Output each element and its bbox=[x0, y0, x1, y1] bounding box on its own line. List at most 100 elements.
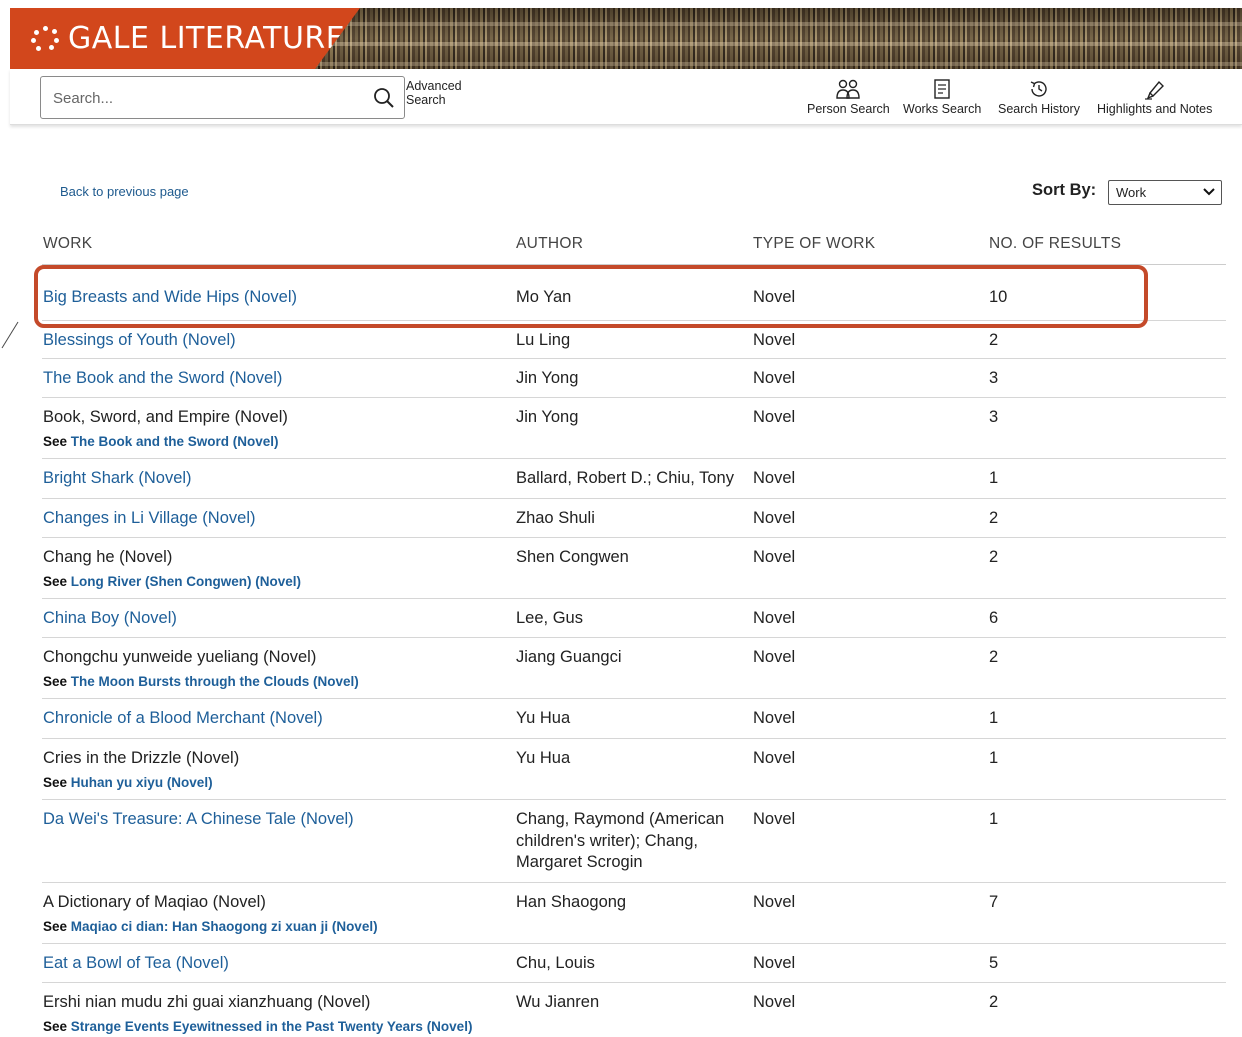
work-cell: Eat a Bowl of Tea (Novel) bbox=[43, 953, 513, 975]
results-count: 7 bbox=[989, 893, 999, 911]
work-title-link[interactable]: Eat a Bowl of Tea (Novel) bbox=[43, 954, 229, 972]
highlights-notes-label: Highlights and Notes bbox=[1097, 102, 1213, 116]
see-label: See bbox=[43, 1018, 68, 1034]
work-cell: The Book and the Sword (Novel) bbox=[43, 368, 513, 390]
author-cell: Shen Congwen bbox=[516, 548, 629, 566]
brand-name: GALE LITERATURE bbox=[68, 21, 346, 56]
work-cell: China Boy (Novel) bbox=[43, 608, 513, 630]
works-search-label: Works Search bbox=[903, 102, 982, 116]
author-cell: Han Shaogong bbox=[516, 893, 627, 911]
column-header-work[interactable]: WORK bbox=[43, 235, 92, 253]
works-search-icon bbox=[934, 79, 950, 99]
highlight-box bbox=[34, 265, 1148, 328]
type-cell: Novel bbox=[753, 749, 796, 767]
author-cell: Jin Yong bbox=[516, 408, 579, 426]
work-title: Book, Sword, and Empire (Novel) bbox=[43, 408, 288, 426]
highlights-notes-button[interactable]: Highlights and Notes bbox=[1097, 78, 1212, 116]
column-header-author[interactable]: AUTHOR bbox=[516, 235, 583, 253]
search-history-label: Search History bbox=[998, 102, 1080, 116]
work-cell: Changes in Li Village (Novel) bbox=[43, 508, 513, 530]
advanced-search-label: Advanced bbox=[406, 79, 462, 93]
work-title: Chongchu yunweide yueliang (Novel) bbox=[43, 648, 317, 666]
table-row: Bright Shark (Novel) Ballard, Robert D.; … bbox=[42, 459, 1226, 499]
search-icon[interactable] bbox=[372, 86, 396, 110]
work-title-link[interactable]: Bright Shark (Novel) bbox=[43, 469, 192, 487]
type-cell: Novel bbox=[753, 408, 796, 426]
see-reference: See Huhan yu xiyu (Novel) bbox=[43, 773, 513, 792]
work-cell: Chronicle of a Blood Merchant (Novel) bbox=[43, 708, 513, 730]
table-row: Ershi nian mudu zhi guai xianzhuang (Nov… bbox=[42, 983, 1226, 1037]
table-row: Da Wei's Treasure: A Chinese Tale (Novel… bbox=[42, 800, 1226, 883]
sort-by-select[interactable]: Work bbox=[1108, 180, 1222, 205]
table-row: China Boy (Novel) Lee, Gus Novel 6 bbox=[42, 599, 1226, 638]
results-count: 2 bbox=[989, 548, 999, 566]
type-cell: Novel bbox=[753, 648, 796, 666]
work-cell: Ershi nian mudu zhi guai xianzhuang (Nov… bbox=[43, 992, 513, 1036]
work-title-link[interactable]: China Boy (Novel) bbox=[43, 609, 177, 627]
search-input[interactable] bbox=[53, 87, 353, 109]
type-cell: Novel bbox=[753, 369, 796, 387]
work-title: Cries in the Drizzle (Novel) bbox=[43, 749, 240, 767]
works-table: WORK AUTHOR TYPE OF WORK NO. OF RESULTS … bbox=[42, 226, 1226, 1037]
results-count: 6 bbox=[989, 609, 999, 627]
see-reference: See The Moon Bursts through the Clouds (… bbox=[43, 672, 513, 691]
work-title-link[interactable]: Chronicle of a Blood Merchant (Novel) bbox=[43, 709, 323, 727]
column-header-type[interactable]: TYPE OF WORK bbox=[753, 235, 875, 253]
table-body: Big Breasts and Wide Hips (Novel) Mo Yan N… bbox=[42, 265, 1226, 1037]
results-count: 2 bbox=[989, 331, 999, 349]
work-title-link[interactable]: Changes in Li Village (Novel) bbox=[43, 509, 255, 527]
person-search-button[interactable]: Person Search bbox=[807, 78, 890, 116]
see-label: See bbox=[43, 433, 68, 449]
author-cell: Chang, Raymond (American children's writ… bbox=[516, 810, 725, 871]
results-count: 1 bbox=[989, 709, 999, 727]
works-search-button[interactable]: Works Search bbox=[903, 78, 981, 116]
highlighter-icon bbox=[1144, 80, 1164, 100]
person-search-label: Person Search bbox=[807, 102, 890, 116]
type-cell: Novel bbox=[753, 509, 796, 527]
work-cell: Bright Shark (Novel) bbox=[43, 468, 513, 490]
work-title-link[interactable]: Da Wei's Treasure: A Chinese Tale (Novel… bbox=[43, 810, 354, 828]
see-reference-link[interactable]: The Moon Bursts through the Clouds (Nove… bbox=[71, 674, 359, 689]
see-label: See bbox=[43, 673, 68, 689]
advanced-search-link[interactable]: Advanced Search bbox=[406, 79, 476, 107]
results-count: 1 bbox=[989, 810, 999, 828]
type-cell: Novel bbox=[753, 469, 796, 487]
see-reference: See The Book and the Sword (Novel) bbox=[43, 432, 513, 451]
see-reference-link[interactable]: The Book and the Sword (Novel) bbox=[71, 434, 279, 449]
work-cell: Chang he (Novel) See Long River (Shen Con… bbox=[43, 547, 513, 591]
work-cell: Cries in the Drizzle (Novel) See Huhan yu… bbox=[43, 748, 513, 792]
work-title-link[interactable]: Blessings of Youth (Novel) bbox=[43, 331, 236, 349]
results-count: 5 bbox=[989, 954, 999, 972]
type-cell: Novel bbox=[753, 993, 796, 1011]
table-row: Chronicle of a Blood Merchant (Novel) Yu … bbox=[42, 699, 1226, 739]
results-count: 1 bbox=[989, 469, 999, 487]
type-cell: Novel bbox=[753, 548, 796, 566]
work-title-link[interactable]: The Book and the Sword (Novel) bbox=[43, 369, 282, 387]
results-count: 3 bbox=[989, 369, 999, 387]
results-count: 2 bbox=[989, 993, 999, 1011]
advanced-search-label: Search bbox=[406, 93, 446, 107]
results-count: 1 bbox=[989, 749, 999, 767]
type-cell: Novel bbox=[753, 954, 796, 972]
back-to-previous-link[interactable]: Back to previous page bbox=[60, 184, 189, 199]
see-reference-link[interactable]: Huhan yu xiyu (Novel) bbox=[71, 775, 213, 790]
sort-by-value: Work bbox=[1116, 185, 1147, 200]
results-count: 2 bbox=[989, 509, 999, 527]
work-cell: Blessings of Youth (Novel) bbox=[43, 330, 513, 352]
see-reference: See Long River (Shen Congwen) (Novel) bbox=[43, 572, 513, 591]
see-reference-link[interactable]: Maqiao ci dian: Han Shaogong zi xuan ji … bbox=[71, 919, 378, 934]
author-cell: Yu Hua bbox=[516, 709, 571, 727]
see-reference-link[interactable]: Strange Events Eyewitnessed in the Past … bbox=[71, 1019, 473, 1034]
column-header-results[interactable]: NO. OF RESULTS bbox=[989, 235, 1121, 253]
header-banner: GALE LITERATURE bbox=[10, 8, 1242, 69]
brand-logo-link[interactable]: GALE LITERATURE bbox=[10, 8, 360, 69]
see-reference-link[interactable]: Long River (Shen Congwen) (Novel) bbox=[71, 574, 301, 589]
see-label: See bbox=[43, 918, 68, 934]
table-row: Chang he (Novel) See Long River (Shen Con… bbox=[42, 538, 1226, 599]
author-cell: Wu Jianren bbox=[516, 993, 600, 1011]
work-cell: Da Wei's Treasure: A Chinese Tale (Novel… bbox=[43, 809, 513, 831]
search-history-button[interactable]: Search History bbox=[998, 78, 1080, 116]
table-row: The Book and the Sword (Novel) Jin Yong No… bbox=[42, 359, 1226, 398]
table-row: Changes in Li Village (Novel) Zhao Shuli N… bbox=[42, 499, 1226, 538]
table-row: Book, Sword, and Empire (Novel) See The B… bbox=[42, 398, 1226, 459]
